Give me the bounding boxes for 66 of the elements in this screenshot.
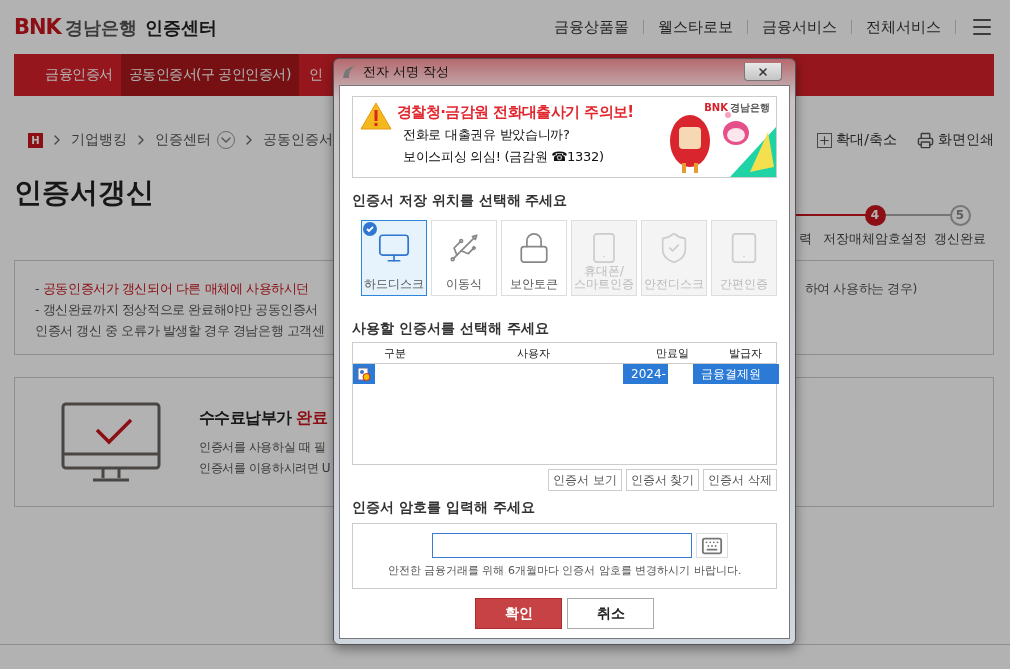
- storage-option[interactable]: 하드디스크: [361, 220, 427, 296]
- page-title: 인증서갱신: [14, 175, 154, 211]
- step-label: 저장매체암호설정: [823, 230, 927, 248]
- storage-option[interactable]: 보안토큰: [501, 220, 567, 296]
- section-heading: 인증서 저장 위치를 선택해 주세요: [352, 192, 569, 210]
- column-header: 구분: [383, 345, 407, 361]
- breadcrumb-link[interactable]: 인증센터: [155, 131, 211, 149]
- step-number: 4: [864, 204, 886, 226]
- warning-icon: [359, 101, 393, 131]
- close-icon: [757, 65, 769, 78]
- printer-icon: [917, 131, 934, 149]
- close-button[interactable]: [744, 63, 782, 81]
- section-heading: 인증서 암호를 입력해 주세요: [352, 499, 536, 517]
- nav-item[interactable]: 인: [298, 54, 331, 96]
- completion-text: 인증서를 사용하실 때 필: [199, 438, 326, 456]
- app-icon: [341, 64, 357, 80]
- dialog-title: 전자 서명 작성: [363, 63, 450, 81]
- column-header: 사용자: [515, 345, 551, 361]
- column-header: 발급자: [728, 345, 763, 361]
- top-link[interactable]: 전체서비스: [866, 17, 941, 37]
- nav-item[interactable]: 공동인증서(구 공인인증서): [120, 54, 299, 96]
- completion-title: 수수료납부가 완료: [199, 407, 328, 429]
- password-field[interactable]: [431, 533, 692, 558]
- keyboard-button[interactable]: [695, 533, 728, 558]
- step-label: 갱신완료: [934, 230, 986, 248]
- check-badge-icon: [363, 222, 377, 236]
- certificate-icon: [357, 367, 371, 381]
- banner-logo: BNK 경남은행: [704, 101, 770, 115]
- lock-icon: [517, 231, 551, 265]
- confirm-button[interactable]: 확인: [475, 598, 562, 629]
- monitor-icon: [377, 231, 411, 265]
- notice-text: - 갱신완료까지 정상적으로 완료해야만 공동인증서: [35, 302, 318, 319]
- table-cell: 금융결제원: [693, 364, 779, 384]
- notice-text: 인증서 갱신 중 오류가 발생할 경우 경남은행 고객센: [35, 323, 325, 340]
- logo-bank-name: 경남은행: [64, 15, 137, 40]
- print-link[interactable]: 화면인쇄: [917, 131, 994, 149]
- certificate-action-button[interactable]: 인증서 보기: [548, 469, 622, 491]
- completion-text: 인증서를 이용하시려면 U: [199, 459, 331, 477]
- step-number: 5: [949, 204, 971, 226]
- monitor-check-icon: [61, 402, 161, 482]
- certificate-action-button[interactable]: 인증서 찾기: [625, 469, 700, 491]
- banner-text: 보이스피싱 의심! (금감원 ☎1332): [403, 148, 604, 166]
- banner-headline: 경찰청·금감원 전화대출사기 주의보!: [397, 103, 634, 122]
- notice-text: 하여 사용하는 경우): [804, 281, 917, 298]
- step-label: 력: [798, 230, 812, 248]
- site-title: 인증센터: [144, 15, 217, 40]
- plus-icon: [817, 132, 833, 148]
- banner-text: 전화로 대출권유 받았습니까?: [403, 126, 570, 144]
- table-cell: 2024-: [623, 364, 693, 384]
- zoom-link[interactable]: 확대/축소: [817, 131, 897, 149]
- nav-item[interactable]: 금융인증서: [14, 54, 121, 96]
- top-link[interactable]: 웰스타로보: [658, 17, 733, 37]
- cancel-button[interactable]: 취소: [567, 598, 654, 629]
- storage-option[interactable]: 이동식: [431, 220, 497, 296]
- logo-brand[interactable]: BNK: [14, 14, 61, 39]
- breadcrumb-link[interactable]: 기업뱅킹: [71, 131, 127, 149]
- top-link[interactable]: 금융서비스: [762, 17, 837, 37]
- usb-icon: [447, 231, 481, 265]
- home-icon[interactable]: H: [28, 132, 43, 148]
- breadcrumb-link[interactable]: 공동인증서: [263, 131, 333, 149]
- column-header: 만료일: [654, 345, 690, 361]
- section-heading: 사용할 인증서를 선택해 주세요: [352, 320, 550, 338]
- top-link[interactable]: 금융상품몰: [554, 17, 629, 37]
- certificate-action-button[interactable]: 인증서 삭제: [703, 469, 777, 491]
- password-hint: 안전한 금융거래를 위해 6개월마다 인증서 암호를 변경하시기 바랍니다.: [387, 563, 742, 578]
- notice-text: - 공동인증서가 갱신되어 다른 매체에 사용하시던: [35, 281, 309, 298]
